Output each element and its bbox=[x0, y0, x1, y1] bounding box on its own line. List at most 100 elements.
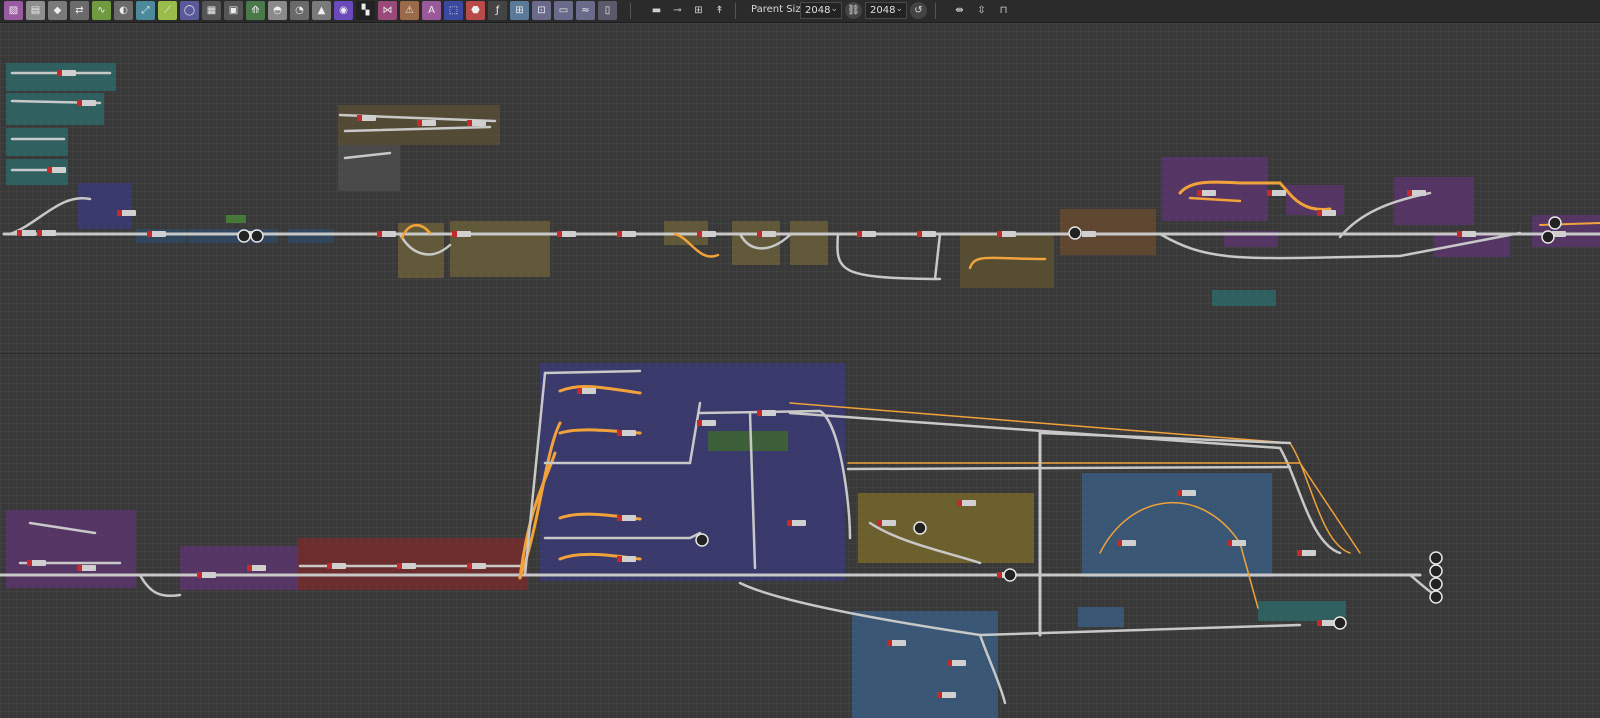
connection-wire[interactable] bbox=[523, 369, 642, 577]
connection-wire[interactable] bbox=[398, 232, 452, 256]
graph-node[interactable] bbox=[1320, 210, 1336, 216]
reset-size-icon[interactable]: ↺ bbox=[910, 2, 927, 19]
dot-node-icon[interactable] bbox=[1541, 230, 1555, 244]
node-port[interactable] bbox=[1117, 540, 1122, 546]
warning-shape-icon[interactable]: ⚠ bbox=[400, 1, 419, 20]
node-graph-canvas[interactable] bbox=[0, 23, 1600, 718]
node-port[interactable] bbox=[467, 563, 472, 569]
warp-icon[interactable]: ⟰ bbox=[246, 1, 265, 20]
dot-node-icon[interactable] bbox=[913, 521, 927, 535]
graph-node[interactable] bbox=[1000, 231, 1016, 237]
node-port[interactable] bbox=[757, 410, 762, 416]
graph-node[interactable] bbox=[760, 410, 776, 416]
bitmap-icon[interactable]: ▣ bbox=[224, 1, 243, 20]
node-port[interactable] bbox=[1197, 190, 1202, 196]
node-port[interactable] bbox=[1297, 550, 1302, 556]
node-port[interactable] bbox=[37, 230, 42, 236]
node-port[interactable] bbox=[1407, 190, 1412, 196]
frame-tool-icon[interactable]: ▭ bbox=[554, 1, 573, 20]
connection-wire[interactable] bbox=[138, 573, 182, 597]
graph-node[interactable] bbox=[360, 115, 376, 121]
graph-node[interactable] bbox=[940, 692, 956, 698]
connection-wire[interactable] bbox=[738, 581, 1302, 637]
node-port[interactable] bbox=[117, 210, 122, 216]
graph-node[interactable] bbox=[1230, 540, 1246, 546]
node-port[interactable] bbox=[47, 167, 52, 173]
connection-wire[interactable] bbox=[846, 465, 1292, 471]
graph-node[interactable] bbox=[470, 120, 486, 126]
color-wheel-icon[interactable]: ◉ bbox=[334, 1, 353, 20]
dot-node-icon[interactable] bbox=[237, 229, 251, 243]
graph-node[interactable] bbox=[620, 515, 636, 521]
blend-icon[interactable]: ◐ bbox=[114, 1, 133, 20]
connection-wire[interactable] bbox=[933, 232, 942, 281]
node-port[interactable] bbox=[77, 100, 82, 106]
node-port[interactable] bbox=[57, 70, 62, 76]
connection-wire[interactable] bbox=[343, 125, 492, 133]
node-port[interactable] bbox=[917, 231, 922, 237]
node-port[interactable] bbox=[1267, 190, 1272, 196]
noise-icon[interactable]: ▚ bbox=[356, 1, 375, 20]
node-port[interactable] bbox=[1177, 490, 1182, 496]
connection-wire[interactable] bbox=[543, 531, 702, 540]
graph-node[interactable] bbox=[860, 231, 876, 237]
connection-wire[interactable] bbox=[968, 256, 1047, 270]
transform-icon[interactable]: ⤢ bbox=[136, 1, 155, 20]
connection-wire[interactable] bbox=[400, 224, 432, 240]
connection-wire[interactable] bbox=[1038, 431, 1292, 445]
graph-node[interactable] bbox=[950, 660, 966, 666]
graph-node[interactable] bbox=[80, 100, 96, 106]
paint-bucket-icon[interactable]: ⬣ bbox=[466, 1, 485, 20]
sharpen-icon[interactable]: ◔ bbox=[290, 1, 309, 20]
tile-grid-icon[interactable]: ▦ bbox=[202, 1, 221, 20]
node-port[interactable] bbox=[397, 563, 402, 569]
graph-node[interactable] bbox=[700, 420, 716, 426]
node-port[interactable] bbox=[617, 556, 622, 562]
node-port[interactable] bbox=[1317, 620, 1322, 626]
graph-node[interactable] bbox=[760, 231, 776, 237]
graph-node[interactable] bbox=[1460, 231, 1476, 237]
parent-size-height-select[interactable]: 2048 ⌄ bbox=[865, 2, 907, 19]
graph-node[interactable] bbox=[580, 388, 596, 394]
node-port[interactable] bbox=[757, 231, 762, 237]
align-horizontal-icon[interactable]: ⇼ bbox=[950, 1, 969, 20]
graph-node[interactable] bbox=[1200, 190, 1216, 196]
node-port[interactable] bbox=[377, 231, 382, 237]
node-port[interactable] bbox=[417, 120, 422, 126]
dot-node-icon[interactable] bbox=[1429, 564, 1443, 578]
node-port[interactable] bbox=[617, 515, 622, 521]
levels-icon[interactable]: ⟋ bbox=[158, 1, 177, 20]
node-port[interactable] bbox=[617, 231, 622, 237]
node-port[interactable] bbox=[1457, 231, 1462, 237]
graph-node[interactable] bbox=[50, 167, 66, 173]
graph-node[interactable] bbox=[455, 231, 471, 237]
node-port[interactable] bbox=[947, 660, 952, 666]
node-port[interactable] bbox=[877, 520, 882, 526]
graph-node[interactable] bbox=[120, 210, 136, 216]
node-port[interactable] bbox=[697, 420, 702, 426]
image-output-icon[interactable]: ▤ bbox=[26, 1, 45, 20]
graph-node[interactable] bbox=[30, 560, 46, 566]
graph-node[interactable] bbox=[40, 230, 56, 236]
graph-node[interactable] bbox=[380, 231, 396, 237]
connection-wire[interactable] bbox=[343, 151, 392, 160]
distribute-icon[interactable]: ⊓ bbox=[994, 1, 1013, 20]
node-port[interactable] bbox=[197, 572, 202, 578]
node-port[interactable] bbox=[577, 388, 582, 394]
graph-node[interactable] bbox=[560, 231, 576, 237]
node-port[interactable] bbox=[787, 520, 792, 526]
node-port[interactable] bbox=[27, 560, 32, 566]
fx-map-icon[interactable]: ⊡ bbox=[532, 1, 551, 20]
pin-icon[interactable]: ⊸ bbox=[668, 1, 687, 20]
graph-node[interactable] bbox=[60, 70, 76, 76]
graph-node[interactable] bbox=[1300, 550, 1316, 556]
curve-icon[interactable]: ∿ bbox=[92, 1, 111, 20]
node-port[interactable] bbox=[357, 115, 362, 121]
graph-node[interactable] bbox=[420, 120, 436, 126]
color-fill-icon[interactable]: ◆ bbox=[48, 1, 67, 20]
wave-tool-icon[interactable]: ≈ bbox=[576, 1, 595, 20]
parent-size-width-select[interactable]: 2048 ⌄ bbox=[800, 2, 842, 19]
dot-node-icon[interactable] bbox=[1548, 216, 1562, 230]
graph-node[interactable] bbox=[890, 640, 906, 646]
graph-node[interactable] bbox=[620, 430, 636, 436]
